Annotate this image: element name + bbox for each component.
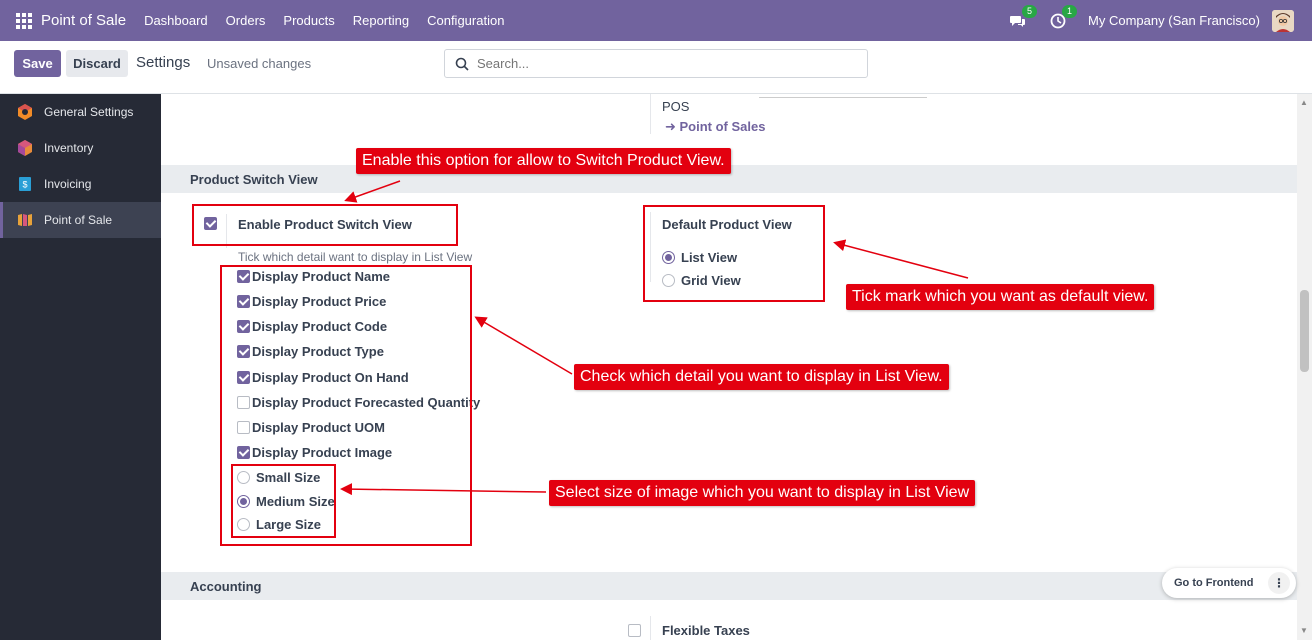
settings-sidebar: General Settings Inventory $ Invoicing P… [0,94,161,640]
user-avatar[interactable] [1272,9,1294,32]
sidebar-item-label: Inventory [44,141,94,155]
scroll-thumb[interactable] [1300,290,1309,372]
top-navbar: Point of Sale Dashboard Orders Products … [0,0,1312,41]
callout-details: Check which detail you want to display i… [574,364,949,390]
company-switcher[interactable]: My Company (San Francisco) [1088,13,1260,28]
invoicing-icon: $ [19,177,31,191]
menu-orders[interactable]: Orders [226,13,266,28]
menu-configuration[interactable]: Configuration [427,13,504,28]
divider [650,94,651,134]
sidebar-item-point-of-sale[interactable]: Point of Sale [0,202,161,238]
chat-icon[interactable]: 5 [1008,4,1038,31]
menu-reporting[interactable]: Reporting [353,13,409,28]
activity-badge: 1 [1062,4,1078,18]
save-button[interactable]: Save [14,50,61,77]
annotation-box-default-view [643,205,825,302]
search-box[interactable] [444,49,868,78]
sidebar-item-invoicing[interactable]: $ Invoicing [0,166,161,202]
callout-size: Select size of image which you want to d… [549,480,976,506]
unsaved-status: Unsaved changes [207,56,312,71]
annotation-box-enable [192,204,458,246]
pos-label: POS [662,99,690,114]
go-to-frontend-widget: Go to Frontend ⋮ [1162,568,1296,598]
pos-field-underline [759,97,927,98]
general-settings-icon [18,104,32,120]
scroll-down-icon[interactable]: ▼ [1300,626,1308,635]
go-to-frontend-button[interactable]: Go to Frontend [1174,577,1253,589]
page-scrollbar[interactable]: ▲ ▼ [1297,94,1312,640]
annotation-box-size [231,464,336,538]
more-options-icon[interactable]: ⋮ [1268,572,1290,594]
search-icon [455,57,469,71]
inventory-icon [18,140,32,156]
discard-button[interactable]: Discard [66,50,128,77]
sidebar-item-general-settings[interactable]: General Settings [0,94,161,130]
pos-link-text: Point of Sales [679,119,766,134]
svg-text:$: $ [22,180,27,190]
apps-grid-icon[interactable] [16,12,32,29]
sidebar-item-label: Point of Sale [44,213,113,227]
callout-enable: Enable this option for allow to Switch P… [356,148,731,174]
list-view-hint: Tick which detail want to display in Lis… [238,250,473,264]
pos-link[interactable]: ➜ Point of Sales [665,119,765,135]
scroll-up-icon[interactable]: ▲ [1300,98,1308,107]
flexible-taxes-label: Flexible Taxes [662,623,750,638]
callout-default-view: Tick mark which you want as default view… [846,284,1155,310]
search-input[interactable] [477,56,837,71]
sidebar-item-inventory[interactable]: Inventory [0,130,161,166]
arrow-right-icon: ➜ [665,119,680,134]
menu-products[interactable]: Products [283,13,334,28]
menu-dashboard[interactable]: Dashboard [144,13,208,28]
sidebar-item-label: Invoicing [44,177,92,191]
flexible-taxes-checkbox[interactable] [628,624,641,637]
control-panel: Save Discard Settings Unsaved changes [0,41,1312,94]
app-brand[interactable]: Point of Sale [41,12,126,29]
activity-clock-icon[interactable]: 1 [1048,4,1078,31]
sidebar-item-label: General Settings [44,105,134,119]
section-header-accounting: Accounting [161,572,1297,600]
pos-icon [18,214,32,226]
page-title: Settings [136,54,191,71]
chat-badge: 5 [1022,4,1038,18]
divider [650,616,651,640]
